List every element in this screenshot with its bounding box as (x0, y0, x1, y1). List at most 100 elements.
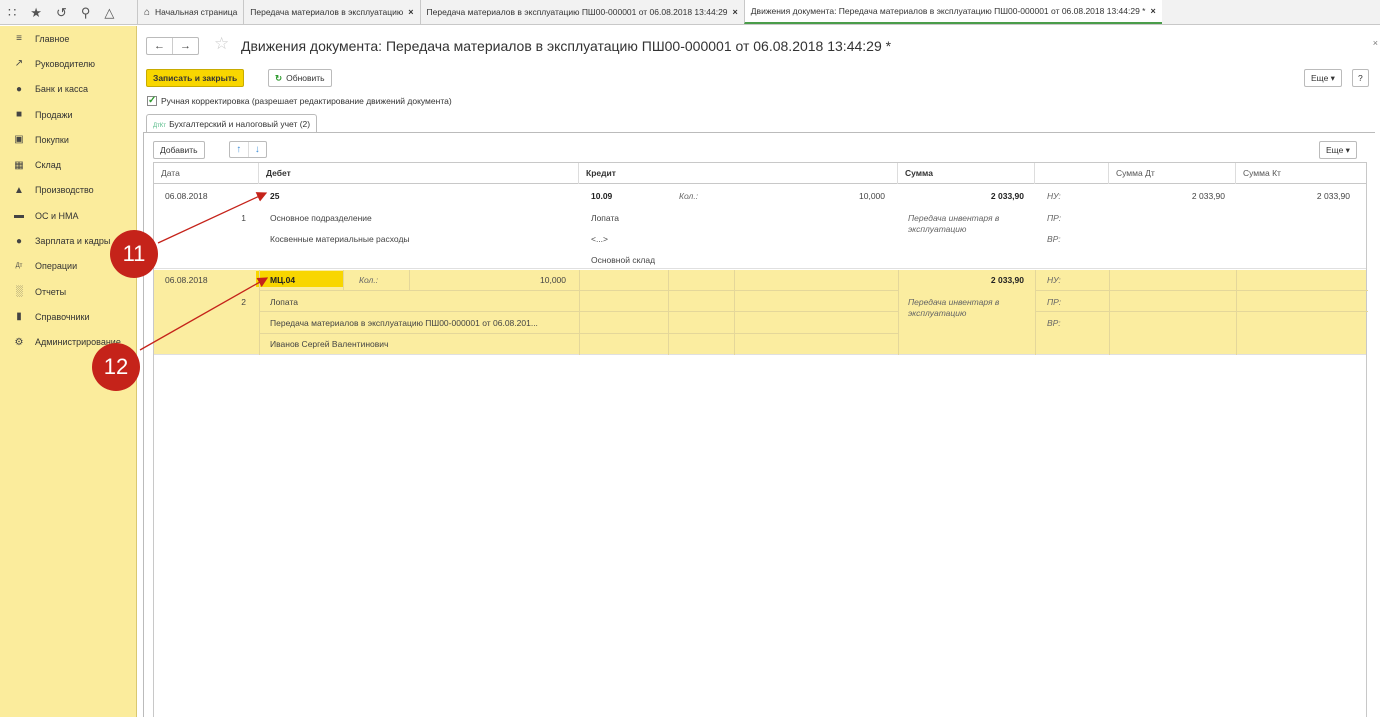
tab-label: Движения документа: Передача материалов … (750, 6, 1146, 16)
table-row-selected[interactable]: 06.08.2018 2 МЦ.04 Кол.: 10,000 Лопата П… (154, 270, 1368, 355)
table-row[interactable]: 06.08.2018 1 25 Основное подразделение К… (154, 185, 1366, 269)
sidebar-item-label: Покупки (35, 134, 69, 145)
history-icon[interactable]: ↺ (56, 6, 67, 19)
favorite-star-icon[interactable]: ☆ (214, 34, 229, 54)
close-icon[interactable]: × (408, 7, 413, 17)
tab-home[interactable]: ⌂ Начальная страница (137, 0, 244, 24)
column-header-debit[interactable]: Дебет (259, 163, 579, 184)
manual-correction-row: ✓ Ручная корректировка (разрешает редакт… (147, 96, 452, 106)
divider (409, 270, 410, 290)
menu-icon: ≡ (16, 33, 22, 45)
divider (1236, 270, 1237, 355)
debit-subconto-1[interactable]: Лопата (270, 297, 298, 308)
refresh-label: Обновить (286, 73, 325, 83)
row-number: 1 (241, 213, 246, 223)
row-sum-kt: 2 033,90 (1316, 191, 1350, 201)
divider (259, 311, 579, 312)
row-date: 06.08.2018 (165, 275, 208, 285)
star-icon[interactable]: ★ (30, 6, 42, 19)
sidebar-item-fixed-assets[interactable]: ▬ ОС и НМА (0, 203, 136, 228)
divider (259, 270, 260, 355)
column-header-date[interactable]: Дата (154, 163, 259, 184)
divider (579, 290, 898, 291)
column-header-type[interactable] (1035, 163, 1109, 184)
tab-transfer-document[interactable]: Передача материалов в эксплуатацию ПШ00-… (419, 0, 744, 24)
more-label: Еще (1326, 145, 1344, 155)
debit-account[interactable]: МЦ.04 (270, 275, 295, 286)
sidebar-item-label: Зарплата и кадры (35, 236, 111, 247)
ledger-tab-label: Бухгалтерский и налоговый учет (2) (169, 119, 311, 129)
more-label: Еще (1311, 73, 1329, 83)
column-header-sum-dt[interactable]: Сумма Дт (1109, 163, 1236, 184)
tab-label: Передача материалов в эксплуатацию (250, 7, 404, 17)
sidebar-item-sales[interactable]: ■ Продажи (0, 102, 136, 127)
sidebar-item-production[interactable]: ▲ Производство (0, 178, 136, 203)
column-header-credit[interactable]: Кредит (579, 163, 898, 184)
credit-subconto-3: Основной склад (591, 255, 656, 265)
credit-quantity: 10,000 (859, 191, 885, 201)
back-arrow-icon[interactable]: ← (147, 38, 173, 54)
bell-icon[interactable]: △ (104, 6, 114, 19)
column-header-sum-kt[interactable]: Сумма Кт (1236, 163, 1368, 184)
tab-transfer-list[interactable]: Передача материалов в эксплуатацию × (243, 0, 420, 24)
tax-label-nu: НУ: (1047, 275, 1061, 285)
sidebar-item-label: Продажи (35, 109, 73, 120)
sidebar-item-manager[interactable]: ↗ Руководителю (0, 51, 136, 76)
callout-badge-12: 12 (92, 343, 140, 391)
close-icon[interactable]: × (1150, 6, 1155, 16)
debit-subconto-3[interactable]: Иванов Сергей Валентинович (270, 339, 388, 350)
sidebar-item-main[interactable]: ≡ Главное (0, 26, 136, 51)
divider (898, 270, 899, 355)
more-button[interactable]: Еще ▾ (1304, 69, 1342, 87)
callout-badge-11: 11 (110, 230, 158, 278)
close-icon[interactable]: × (1373, 38, 1378, 48)
bar-chart-icon: ░ (15, 286, 23, 298)
main-content: ← → ☆ Движения документа: Передача матер… (138, 26, 1380, 717)
row-sum[interactable]: 2 033,90 (904, 275, 1024, 286)
sidebar-item-label: Отчеты (35, 286, 67, 297)
forward-arrow-icon[interactable]: → (173, 38, 198, 54)
save-and-close-button[interactable]: Записать и закрыть (146, 69, 245, 87)
close-icon[interactable]: × (733, 7, 738, 17)
tax-label-vr: ВР: (1047, 234, 1061, 244)
move-buttons: ↑ ↓ (229, 141, 267, 158)
tax-label-pr: ПР: (1047, 213, 1062, 223)
divider (734, 270, 735, 355)
row-content: Передача инвентаря в эксплуатацию (908, 213, 1000, 234)
sidebar-item-warehouse[interactable]: ▦ Склад (0, 152, 136, 177)
add-button[interactable]: Добавить (153, 141, 205, 159)
debit-quantity[interactable]: 10,000 (474, 275, 566, 286)
credit-subconto-2: <...> (591, 234, 609, 244)
search-icon[interactable]: ⚲ (81, 6, 91, 19)
nav-buttons: ← → (146, 37, 199, 55)
sidebar-item-bank[interactable]: ● Банк и касса (0, 77, 136, 102)
divider (579, 311, 898, 312)
sidebar-item-label: ОС и НМА (35, 210, 79, 221)
refresh-button[interactable]: ↻ Обновить (268, 69, 332, 87)
column-header-sum[interactable]: Сумма (898, 163, 1035, 184)
apps-grid-icon[interactable]: ∷ (8, 6, 16, 19)
debit-subconto-2: Косвенные материальные расходы (270, 234, 410, 244)
debit-subconto-2[interactable]: Передача материалов в эксплуатацию ПШ00-… (270, 318, 538, 329)
sidebar-item-directories[interactable]: ▮ Справочники (0, 304, 136, 329)
tax-label-vr: ВР: (1047, 318, 1061, 328)
sidebar-item-label: Операции (35, 261, 78, 272)
truck-icon: ▬ (14, 210, 24, 222)
divider (343, 270, 344, 290)
help-button[interactable]: ? (1352, 69, 1369, 87)
table-more-button[interactable]: Еще ▾ (1319, 141, 1357, 159)
move-down-icon[interactable]: ↓ (249, 142, 267, 157)
manual-correction-checkbox[interactable]: ✓ (147, 96, 157, 106)
top-tab-bar: ∷ ★ ↺ ⚲ △ ⌂ Начальная страница Передача … (0, 0, 1380, 25)
trend-icon: ↗ (14, 58, 24, 70)
sidebar-item-purchases[interactable]: ▣ Покупки (0, 127, 136, 152)
divider (579, 270, 580, 355)
person-icon: ● (15, 235, 23, 247)
move-up-icon[interactable]: ↑ (230, 142, 249, 157)
tab-accounting-ledger[interactable]: ДтКт Бухгалтерский и налоговый учет (2) (146, 114, 318, 133)
row-content[interactable]: Передача инвентаря в эксплуатацию (908, 297, 1028, 319)
dt-kt-icon: ДтКт (153, 123, 167, 129)
refresh-icon: ↻ (275, 73, 283, 83)
tab-document-movements[interactable]: Движения документа: Передача материалов … (743, 0, 1162, 24)
sidebar-item-reports[interactable]: ░ Отчеты (0, 279, 136, 304)
